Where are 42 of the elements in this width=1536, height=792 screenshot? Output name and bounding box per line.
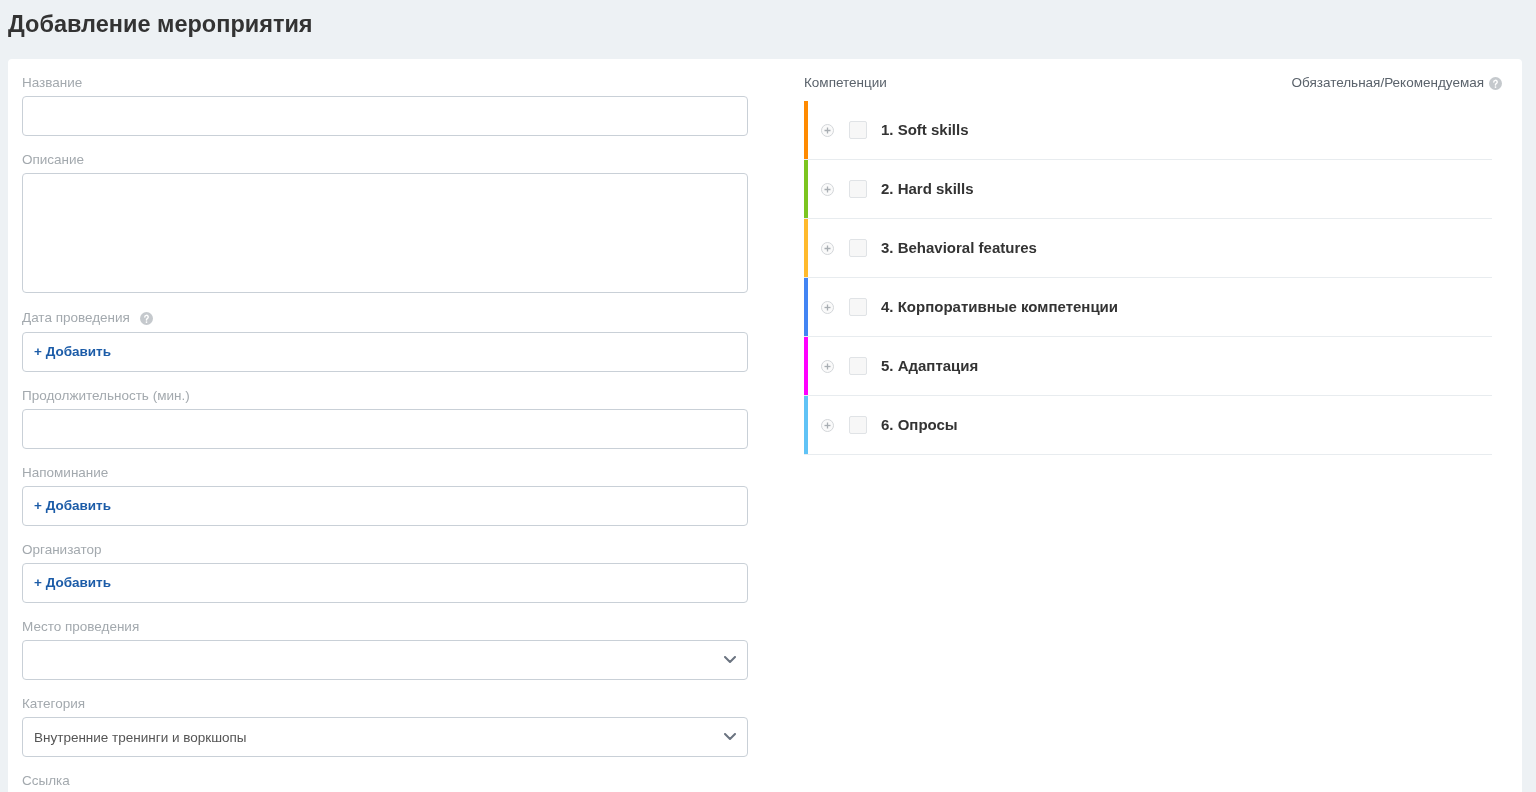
competency-label: 3. Behavioral features	[881, 238, 1037, 258]
field-label: Описание	[22, 151, 85, 169]
help-icon[interactable]	[139, 311, 153, 325]
text-input[interactable]	[22, 96, 748, 136]
plus-circle-icon[interactable]	[821, 182, 834, 196]
field-label: Организатор	[22, 541, 102, 559]
competency-label: 4. Корпоративные компетенции	[881, 297, 1119, 317]
checkbox[interactable]	[849, 357, 867, 375]
plus-circle-icon[interactable]	[821, 123, 834, 137]
text-input[interactable]	[22, 409, 748, 449]
competency-label: 6. Опросы	[881, 415, 958, 435]
field-label: Название	[22, 74, 83, 92]
field-label: Ссылка	[22, 772, 70, 790]
plus-circle-icon[interactable]	[821, 418, 834, 432]
competency-label: 2. Hard skills	[881, 179, 974, 199]
competency-label: 5. Адаптация	[881, 356, 979, 376]
field-label: Продолжительность (мин.)	[22, 387, 190, 405]
checkbox[interactable]	[849, 298, 867, 316]
field-label: Место проведения	[22, 618, 140, 636]
select-field[interactable]: Внутренние тренинги и воркшопы	[22, 717, 748, 757]
chevron-down-icon	[724, 733, 736, 741]
chevron-down-icon	[724, 656, 736, 664]
textarea-field[interactable]	[22, 173, 748, 293]
add-button[interactable]: + Добавить	[34, 574, 112, 592]
plus-circle-icon[interactable]	[821, 300, 834, 314]
plus-circle-icon[interactable]	[821, 241, 834, 255]
add-button[interactable]: + Добавить	[34, 497, 112, 515]
page-title: Добавление мероприятия	[8, 10, 313, 39]
help-icon[interactable]	[1489, 76, 1502, 90]
column-header-label: Обязательная/Рекомендуемая	[1291, 74, 1484, 92]
competency-label: 1. Soft skills	[881, 120, 969, 140]
plus-circle-icon[interactable]	[821, 359, 834, 373]
section-label: Компетенции	[804, 74, 887, 92]
checkbox[interactable]	[849, 180, 867, 198]
select-field[interactable]	[22, 640, 748, 680]
field-label: Дата проведения	[22, 309, 130, 327]
field-label: Напоминание	[22, 464, 109, 482]
field-label: Категория	[22, 695, 86, 713]
checkbox[interactable]	[849, 239, 867, 257]
checkbox[interactable]	[849, 121, 867, 139]
add-button[interactable]: + Добавить	[34, 343, 112, 361]
checkbox[interactable]	[849, 416, 867, 434]
